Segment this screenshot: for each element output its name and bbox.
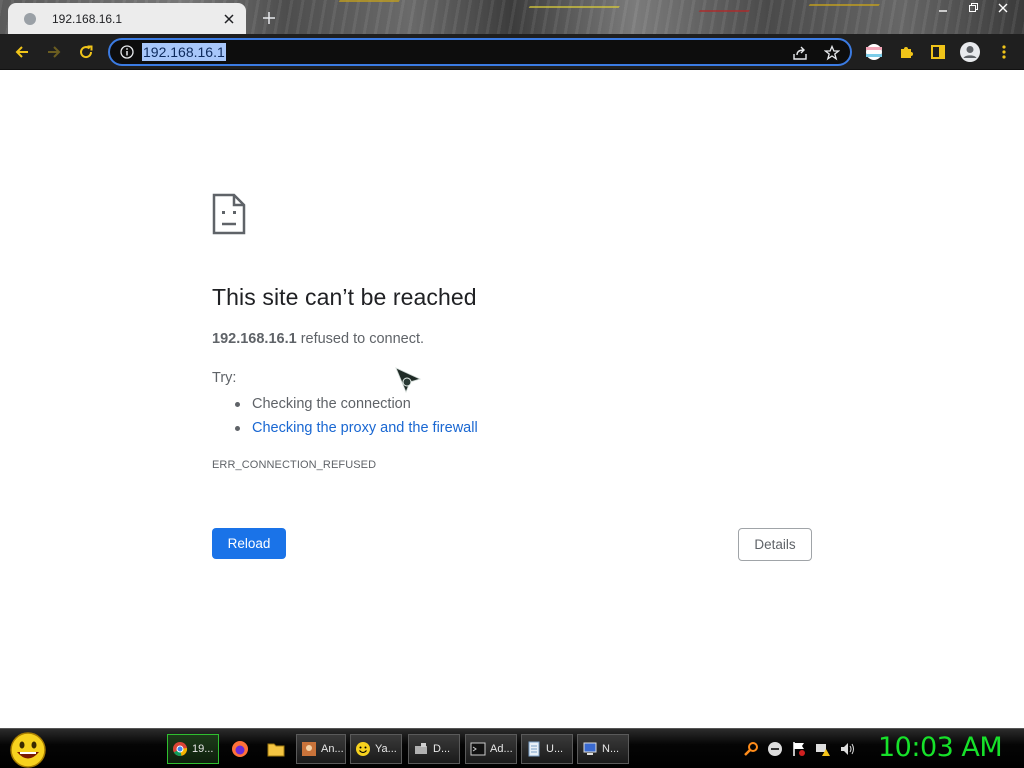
try-label: Try: bbox=[212, 370, 237, 386]
network-warning-icon[interactable] bbox=[814, 740, 832, 758]
taskbar-clock[interactable]: 10:03 AM bbox=[878, 732, 1003, 763]
browser-toolbar: 192.168.16.1 bbox=[0, 34, 1024, 70]
task-label: Ya... bbox=[375, 743, 397, 755]
page-title: This site can’t be reached bbox=[212, 284, 477, 310]
task-label: N... bbox=[602, 743, 620, 755]
minimize-icon[interactable] bbox=[930, 0, 956, 16]
task-an[interactable]: An... bbox=[296, 734, 346, 764]
list-item: Checking the proxy and the firewall bbox=[212, 416, 478, 440]
profile-flag-icon[interactable] bbox=[860, 38, 888, 66]
task-label: 19... bbox=[192, 743, 214, 755]
error-summary: 192.168.16.1 refused to connect. bbox=[212, 331, 424, 347]
task-u[interactable]: U... bbox=[521, 734, 573, 764]
flag-icon[interactable] bbox=[790, 740, 808, 758]
new-tab-button[interactable] bbox=[258, 7, 280, 29]
arrow-right-icon[interactable] bbox=[40, 38, 68, 66]
task-ya[interactable]: Ya... bbox=[350, 734, 402, 764]
task-label: An... bbox=[321, 743, 344, 755]
smiley-start-icon[interactable] bbox=[8, 731, 48, 768]
task-chrome[interactable]: 19... bbox=[167, 734, 219, 764]
suggestion-proxy-firewall-link[interactable]: Checking the proxy and the firewall bbox=[252, 420, 478, 436]
star-icon[interactable] bbox=[822, 43, 842, 63]
sidepanel-icon[interactable] bbox=[924, 38, 952, 66]
arrow-left-icon[interactable] bbox=[8, 38, 36, 66]
page-icon bbox=[22, 11, 38, 27]
window-controls bbox=[930, 0, 1016, 18]
task-n[interactable]: N... bbox=[577, 734, 629, 764]
restore-icon[interactable] bbox=[960, 0, 986, 16]
suggestion-list: Checking the connection Checking the pro… bbox=[212, 392, 478, 440]
error-message: refused to connect. bbox=[296, 331, 425, 347]
task-d[interactable]: D... bbox=[408, 734, 460, 764]
firefox-icon[interactable] bbox=[227, 736, 253, 762]
close-icon[interactable] bbox=[220, 10, 238, 28]
system-tray bbox=[742, 737, 856, 761]
volume-icon[interactable] bbox=[838, 740, 856, 758]
error-code: ERR_CONNECTION_REFUSED bbox=[212, 459, 377, 471]
sad-page-icon bbox=[212, 193, 246, 235]
list-item: Checking the connection bbox=[212, 392, 478, 416]
folder-icon[interactable] bbox=[263, 736, 289, 762]
task-ad[interactable]: Ad... bbox=[465, 734, 517, 764]
app-icon bbox=[301, 741, 317, 757]
chrome-icon bbox=[172, 741, 188, 757]
notepad-icon bbox=[526, 741, 542, 757]
browser-tab[interactable]: 192.168.16.1 bbox=[8, 3, 246, 34]
host-name: 192.168.16.1 bbox=[212, 331, 297, 347]
close-window-icon[interactable] bbox=[990, 0, 1016, 16]
terminal-icon bbox=[470, 741, 486, 757]
search-icon[interactable] bbox=[742, 740, 760, 758]
title-bar: 192.168.16.1 bbox=[0, 0, 1024, 34]
info-icon[interactable] bbox=[118, 43, 136, 61]
suggestion-check-connection: Checking the connection bbox=[252, 396, 411, 412]
share-icon[interactable] bbox=[790, 43, 810, 63]
tab-title: 192.168.16.1 bbox=[52, 11, 123, 26]
task-label: U... bbox=[546, 743, 564, 755]
mouse-cursor-icon bbox=[395, 367, 422, 394]
reload-icon[interactable] bbox=[72, 38, 100, 66]
device-icon bbox=[413, 741, 429, 757]
address-bar[interactable]: 192.168.16.1 bbox=[108, 38, 852, 66]
task-label: D... bbox=[433, 743, 451, 755]
taskbar: 19... An... Ya... D... Ad... U... N... 1… bbox=[0, 728, 1024, 768]
puzzle-icon[interactable] bbox=[892, 38, 920, 66]
url-input[interactable]: 192.168.16.1 bbox=[142, 43, 226, 61]
network-icon bbox=[582, 741, 598, 757]
minus-circle-icon[interactable] bbox=[766, 740, 784, 758]
task-label: Ad... bbox=[490, 743, 513, 755]
reload-button[interactable]: Reload bbox=[212, 528, 286, 559]
smiley-icon bbox=[355, 741, 371, 757]
avatar-icon[interactable] bbox=[956, 38, 984, 66]
error-page: This site can’t be reached 192.168.16.1 … bbox=[0, 70, 1024, 728]
details-button[interactable]: Details bbox=[738, 528, 812, 561]
menu-dots-icon[interactable] bbox=[990, 38, 1018, 66]
